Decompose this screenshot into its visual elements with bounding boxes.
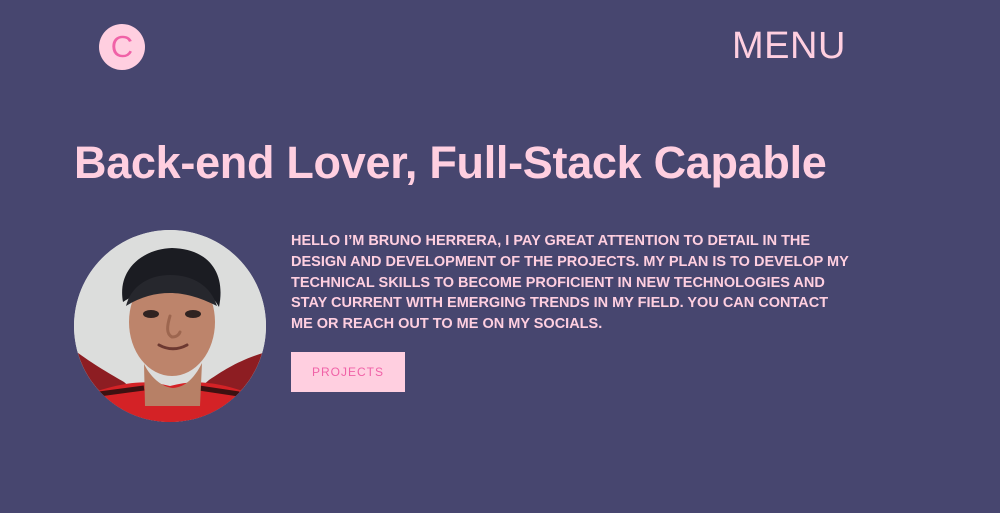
profile-photo-icon	[74, 230, 266, 422]
menu-button[interactable]: MENU	[732, 24, 846, 68]
projects-button[interactable]: PROJECTS	[291, 352, 405, 392]
avatar	[74, 230, 266, 422]
bio-text: HELLO I’M BRUNO HERRERA, I PAY GREAT ATT…	[291, 233, 849, 333]
page-headline: Back-end Lover, Full-Stack Capable	[74, 137, 827, 188]
logo-c[interactable]: C	[99, 24, 145, 70]
